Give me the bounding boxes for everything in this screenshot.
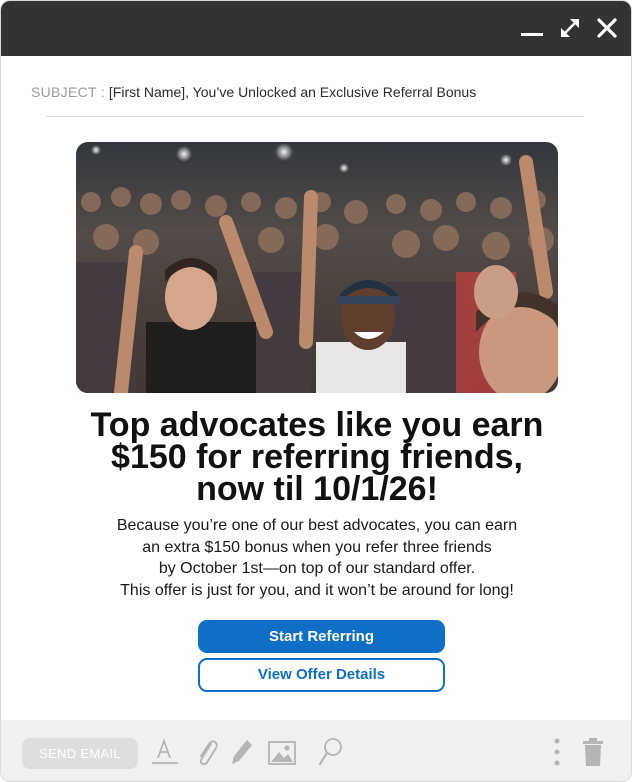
search-icon[interactable]: [315, 736, 347, 768]
headline-line: Top advocates like you earn: [90, 406, 544, 444]
email-compose-window: SUBJECT : [First Name], You’ve Unlocked …: [0, 0, 632, 782]
paperclip-icon[interactable]: [191, 736, 223, 768]
more-vertical-icon[interactable]: [541, 736, 573, 768]
minimize-icon[interactable]: [519, 15, 545, 41]
pen-icon[interactable]: [227, 736, 259, 768]
subject-divider: [46, 116, 583, 117]
body-line: This offer is just for you, and it won’t…: [120, 581, 514, 599]
start-referring-button[interactable]: Start Referring: [198, 620, 445, 653]
close-icon[interactable]: [594, 15, 620, 41]
headline: Top advocates like you earn $150 for ref…: [41, 406, 593, 508]
hero-image: [76, 142, 558, 393]
subject-label: SUBJECT :: [31, 84, 106, 100]
body-line: an extra $150 bonus when you refer three…: [142, 538, 492, 556]
headline-line: now til 10/1/26!: [196, 470, 438, 508]
trash-icon[interactable]: [577, 736, 609, 768]
body-line: by October 1st—on top of our standard of…: [158, 560, 476, 577]
subject-row[interactable]: SUBJECT : [First Name], You’ve Unlocked …: [31, 81, 591, 103]
text-format-icon[interactable]: [149, 736, 181, 768]
body-copy: Because you’re one of our best advocates…: [41, 515, 593, 601]
window-titlebar: [1, 1, 631, 56]
body-line: Because you’re one of our best advocates…: [116, 517, 518, 534]
headline-line: $150 for referring friends,: [111, 438, 523, 476]
view-offer-details-button[interactable]: View Offer Details: [198, 658, 445, 692]
subject-text[interactable]: [First Name], You’ve Unlocked an Exclusi…: [109, 84, 476, 100]
send-email-button[interactable]: SEND EMAIL: [22, 738, 138, 769]
expand-icon[interactable]: [557, 15, 583, 41]
image-icon[interactable]: [266, 736, 298, 768]
compose-toolbar: SEND EMAIL: [1, 720, 631, 781]
